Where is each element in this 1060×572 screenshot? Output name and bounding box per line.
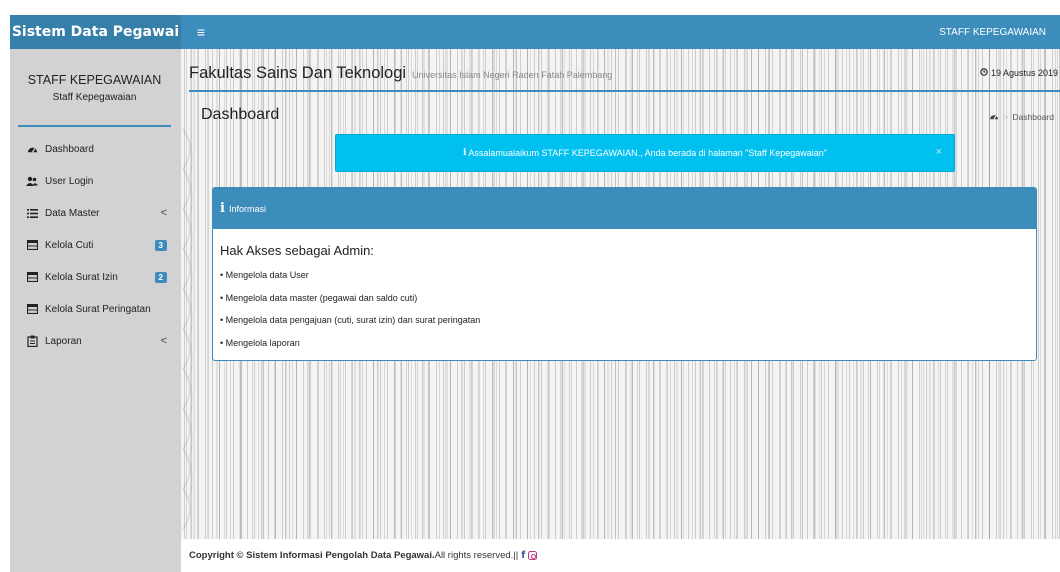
footer: Copyright © Sistem Informasi Pengolah Da… [181, 539, 1060, 572]
info-box-body: Hak Akses sebagai Admin: • Mengelola dat… [213, 229, 1036, 354]
info-box: i Informasi Hak Akses sebagai Admin: • M… [212, 187, 1037, 361]
sidebar-item-user-login[interactable]: User Login [10, 165, 181, 197]
user-panel: STAFF KEPEGAWAIAN Staff Kepegawaian [18, 49, 171, 127]
sidebar-item-dashboard[interactable]: Dashboard [10, 133, 181, 165]
rights-text: All rights reserved.|| [434, 550, 519, 561]
header-divider [189, 90, 1060, 92]
table-icon [26, 239, 38, 251]
info-box-title: Informasi [228, 203, 266, 214]
list-item: • Mengelola data pengajuan (cuti, surat … [220, 315, 481, 325]
chevron-left-icon: < [160, 335, 167, 347]
sidebar-item-label: Dashboard [45, 143, 94, 155]
sidebar-menu: Dashboard User Login Data Master < Kelol… [10, 133, 181, 357]
info-icon: i [220, 201, 225, 216]
date-display: 19 Agustus 2019 [980, 68, 1058, 78]
welcome-alert: i Assalamualaikum STAFF KEPEGAWAIAN., An… [335, 134, 955, 172]
list-item: • Mengelola laporan [220, 337, 300, 348]
sidebar-item-kelola-surat-izin[interactable]: Kelola Surat Izin 2 [10, 261, 181, 293]
university-subtitle: Universitas Islam Negeri Raden Fatah Pal… [412, 70, 613, 80]
facebook-icon[interactable]: f [521, 550, 525, 561]
sidebar-item-label: User Login [45, 175, 94, 187]
faculty-header: Fakultas Sains Dan Teknologi Universitas… [189, 64, 612, 83]
alert-text: Assalamualaikum STAFF KEPEGAWAIAN., Anda… [468, 148, 827, 158]
brand-logo[interactable]: Sistem Data Pegawai [10, 15, 181, 49]
sidebar-item-kelola-cuti[interactable]: Kelola Cuti 3 [10, 229, 181, 261]
faculty-title: Fakultas Sains Dan Teknologi [189, 64, 407, 82]
list-item: • Mengelola data master (pegawai dan sal… [220, 292, 418, 303]
info-heading: Hak Akses sebagai Admin: [220, 243, 374, 258]
dashboard-icon[interactable] [989, 112, 999, 122]
breadcrumb-separator: > [1003, 112, 1009, 122]
content-area: Fakultas Sains Dan Teknologi Universitas… [181, 49, 1060, 539]
access-list: • Mengelola data User • Mengelola data m… [220, 264, 1029, 354]
sidebar-item-laporan[interactable]: Laporan < [10, 325, 181, 357]
user-role: Staff Kepegawaian [52, 92, 137, 103]
count-badge: 2 [154, 271, 167, 283]
close-icon[interactable]: × [936, 146, 942, 158]
user-name: STAFF KEPEGAWAIAN [27, 73, 162, 87]
sidebar-item-label: Laporan [45, 335, 82, 347]
info-icon: i [463, 148, 467, 158]
top-navbar: Sistem Data Pegawai ≡ STAFF KEPEGAWAIAN [10, 15, 1060, 49]
page-title: Dashboard [201, 106, 280, 123]
dashboard-icon [26, 143, 38, 155]
clock-icon [980, 68, 988, 78]
sidebar-item-label: Kelola Cuti [45, 239, 94, 251]
breadcrumb-current: Dashboard [1012, 112, 1054, 122]
user-menu[interactable]: STAFF KEPEGAWAIAN [939, 27, 1060, 38]
sidebar: STAFF KEPEGAWAIAN Staff Kepegawaian Dash… [10, 49, 181, 572]
sidebar-item-label: Kelola Surat Peringatan [45, 303, 151, 315]
sidebar-item-label: Data Master [45, 207, 100, 219]
info-box-header: i Informasi [213, 188, 1036, 229]
sidebar-item-label: Kelola Surat Izin [45, 271, 118, 283]
table-icon [26, 303, 38, 315]
copyright-text: Copyright © Sistem Informasi Pengolah Da… [189, 550, 435, 561]
list-item: • Mengelola data User [220, 270, 309, 280]
count-badge: 3 [154, 239, 167, 251]
chevron-left-icon: < [160, 207, 167, 219]
instagram-icon[interactable] [528, 551, 538, 560]
batik-ornament [182, 129, 193, 529]
breadcrumb: > Dashboard [989, 112, 1054, 122]
table-icon [26, 271, 38, 283]
users-icon [26, 175, 38, 187]
clipboard-icon [26, 335, 38, 347]
sidebar-item-kelola-surat-peringatan[interactable]: Kelola Surat Peringatan [10, 293, 181, 325]
list-icon [26, 207, 38, 219]
bars-icon[interactable]: ≡ [191, 24, 211, 40]
date-text: 19 Agustus 2019 [990, 68, 1058, 78]
sidebar-item-data-master[interactable]: Data Master < [10, 197, 181, 229]
